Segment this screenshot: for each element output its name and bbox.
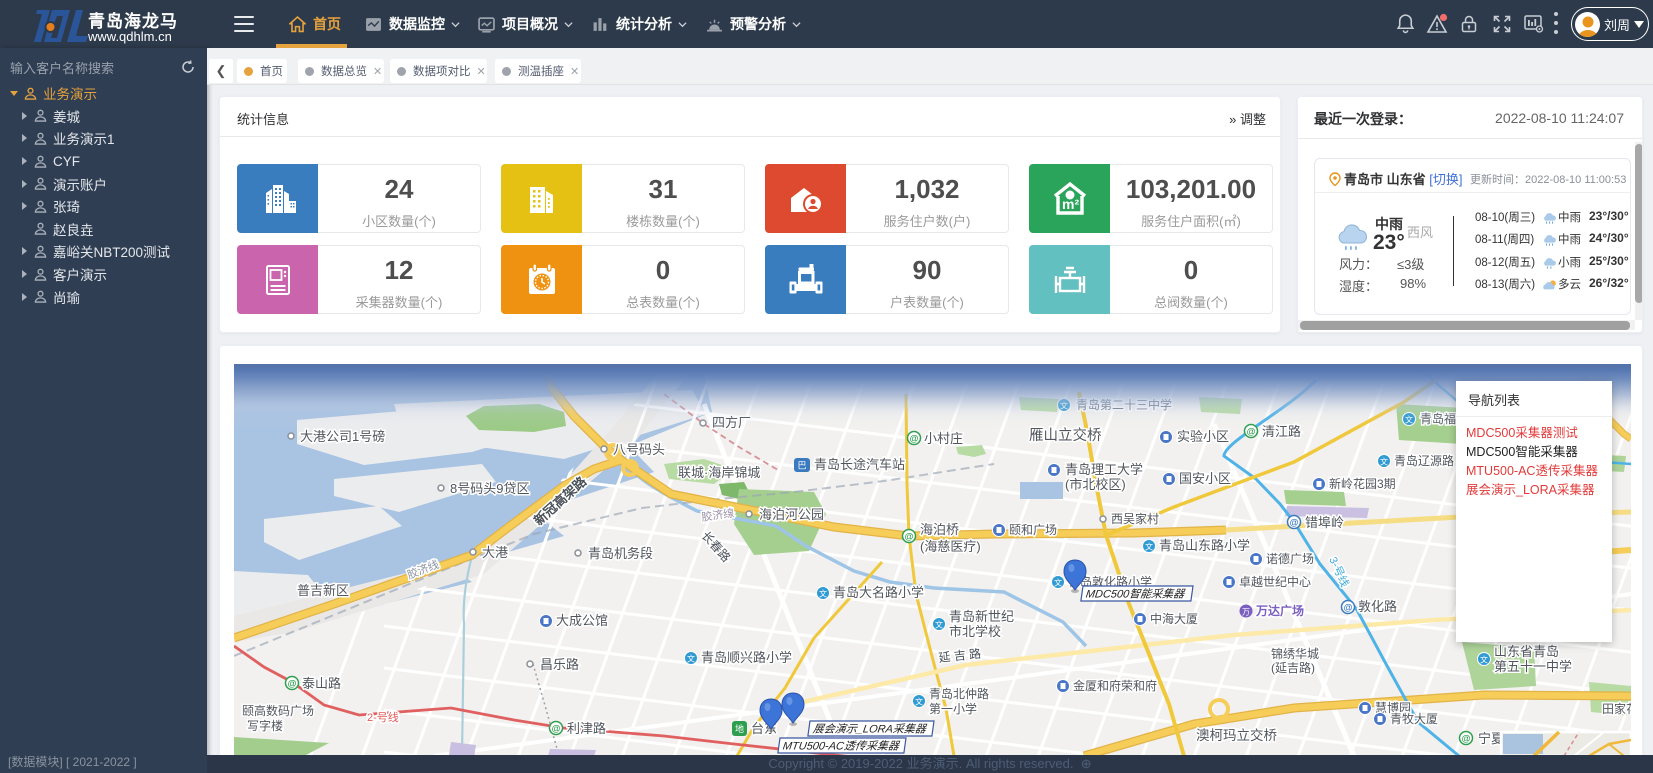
svg-text:敦化路: 敦化路: [1358, 599, 1397, 614]
svg-text:文: 文: [1054, 578, 1062, 588]
svg-text:青岛理工大学: 青岛理工大学: [1065, 462, 1143, 477]
svg-text:错埠岭: 错埠岭: [1305, 515, 1344, 530]
svg-text:文: 文: [819, 589, 827, 599]
svg-text:(市北校区): (市北校区): [1065, 477, 1126, 492]
svg-text:昌乐路: 昌乐路: [540, 657, 579, 672]
svg-text:市北学校: 市北学校: [949, 624, 1001, 639]
svg-text:金厦和府荣和府: 金厦和府荣和府: [1073, 678, 1157, 693]
svg-text:m²: m²: [1062, 196, 1079, 212]
svg-text:锦绣华城: 锦绣华城: [1271, 647, 1319, 661]
svg-text:澳柯玛立交桥: 澳柯玛立交桥: [1196, 727, 1277, 743]
svg-text:@: @: [288, 679, 297, 689]
svg-text:新岭花园3期: 新岭花园3期: [1329, 476, 1396, 491]
svg-text:青岛顺兴路小学: 青岛顺兴路小学: [701, 650, 792, 665]
svg-text:青岛机务段: 青岛机务段: [588, 546, 653, 561]
svg-text:联城·海岸锦城: 联城·海岸锦城: [678, 465, 760, 480]
svg-text:青岛长途汽车站: 青岛长途汽车站: [814, 457, 905, 472]
svg-text:文: 文: [1145, 542, 1153, 552]
svg-text:泰山路: 泰山路: [302, 676, 341, 691]
svg-text:利津路: 利津路: [567, 721, 606, 736]
svg-text:颐高数码广场: 颐高数码广场: [242, 703, 314, 718]
svg-text:2-号线: 2-号线: [367, 710, 399, 724]
svg-text:田家花: 田家花: [1602, 701, 1631, 716]
svg-text:第一小学: 第一小学: [929, 701, 977, 716]
svg-text:@: @: [905, 532, 914, 542]
svg-text:写字楼: 写字楼: [247, 718, 283, 733]
svg-text:8号码头9贷区: 8号码头9贷区: [450, 481, 529, 496]
svg-text:文: 文: [1380, 457, 1388, 467]
svg-text:巴: 巴: [797, 461, 806, 471]
svg-text:MDC500智能采集器: MDC500智能采集器: [1085, 588, 1186, 601]
svg-text:地: 地: [735, 723, 744, 734]
svg-text:@: @: [1290, 518, 1299, 528]
svg-text:文: 文: [915, 697, 923, 707]
svg-text:八号码头: 八号码头: [613, 442, 665, 457]
svg-text:卓越世纪中心: 卓越世纪中心: [1239, 574, 1311, 589]
svg-text:@: @: [910, 434, 919, 444]
svg-text:青岛新世纪: 青岛新世纪: [949, 609, 1014, 624]
svg-text:雁山立交桥: 雁山立交桥: [1029, 426, 1102, 444]
svg-text:大港: 大港: [482, 545, 508, 560]
svg-text:海泊桥: 海泊桥: [920, 522, 959, 537]
svg-text:MTU500-AC透传采集器: MTU500-AC透传采集器: [782, 740, 901, 753]
svg-text:小村庄: 小村庄: [924, 431, 963, 446]
svg-text:@: @: [552, 724, 561, 734]
svg-text:万: 万: [1242, 608, 1250, 617]
svg-text:青岛辽源路: 青岛辽源路: [1394, 453, 1454, 468]
svg-text:(延吉路): (延吉路): [1271, 660, 1315, 675]
svg-text:文: 文: [687, 654, 695, 664]
svg-text:万达广场: 万达广场: [1255, 603, 1304, 618]
svg-text:@: @: [1344, 603, 1353, 613]
svg-text:西吴家村: 西吴家村: [1111, 511, 1159, 526]
svg-text:海泊河公园: 海泊河公园: [759, 507, 824, 522]
svg-text:第五十一中学: 第五十一中学: [1494, 659, 1572, 674]
svg-text:@: @: [1462, 734, 1471, 744]
svg-text:诺德广场: 诺德广场: [1266, 551, 1314, 566]
svg-text:文: 文: [1480, 655, 1488, 665]
svg-text:普吉新区: 普吉新区: [297, 583, 349, 598]
svg-text:大成公馆: 大成公馆: [556, 613, 608, 628]
svg-text:山东省青岛: 山东省青岛: [1494, 644, 1559, 659]
svg-text:中海大厦: 中海大厦: [1150, 611, 1198, 626]
svg-text:青岛山东路小学: 青岛山东路小学: [1159, 538, 1250, 553]
svg-text:展会演示_LORA采集器: 展会演示_LORA采集器: [812, 723, 928, 736]
svg-text:颐和广场: 颐和广场: [1009, 523, 1057, 537]
svg-text:青岛北仲路: 青岛北仲路: [929, 686, 989, 701]
svg-text:大港公司1号磅: 大港公司1号磅: [300, 429, 385, 444]
svg-text:(海慈医疗): (海慈医疗): [920, 539, 981, 554]
svg-text:青牧大厦: 青牧大厦: [1390, 712, 1438, 726]
svg-text:国安小区: 国安小区: [1179, 471, 1231, 486]
svg-text:文: 文: [935, 620, 943, 630]
svg-text:实验小区: 实验小区: [1177, 429, 1229, 444]
svg-text:青岛大名路小学: 青岛大名路小学: [833, 585, 924, 600]
